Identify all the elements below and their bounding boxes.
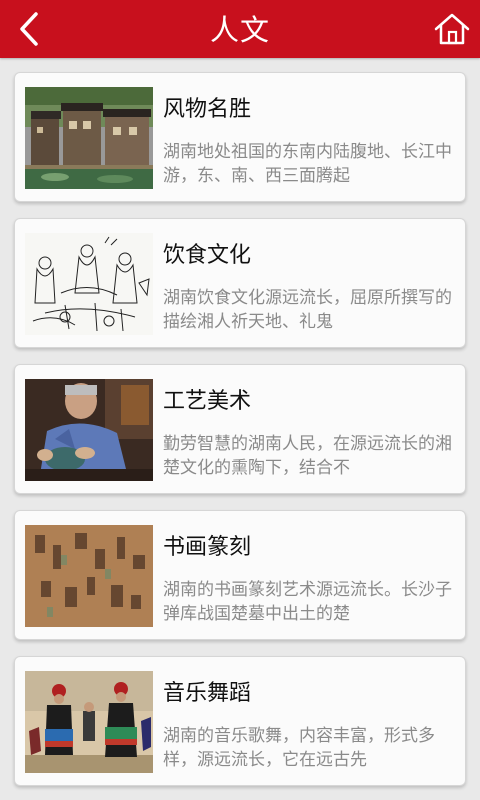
- music-dance-thumbnail: [25, 671, 153, 773]
- item-description: 勤劳智慧的湖南人民，在源远流长的湘楚文化的熏陶下，结合不: [163, 434, 452, 478]
- item-description: 湖南饮食文化源远流长，屈原所撰写的描绘湘人祈天地、礼鬼: [163, 288, 452, 332]
- list-item-scenery[interactable]: 风物名胜 湖南地处祖国的东南内陆腹地、长江中游，东、南、西三面腾起: [14, 72, 466, 202]
- item-title: 音乐舞蹈: [163, 681, 252, 706]
- crafts-thumbnail: [25, 379, 153, 481]
- home-button[interactable]: [432, 8, 472, 50]
- item-title: 工艺美术: [163, 389, 252, 414]
- item-description: 湖南地处祖国的东南内陆腹地、长江中游，东、南、西三面腾起: [163, 142, 452, 186]
- scenery-thumbnail: [25, 87, 153, 189]
- item-title: 书画篆刻: [163, 535, 252, 560]
- app-header: 人文: [0, 0, 480, 58]
- item-description: 湖南的书画篆刻艺术源远流长。长沙子弹库战国楚墓中出土的楚: [163, 580, 452, 624]
- page-title: 人文: [209, 13, 270, 47]
- list-item-calligraphy-painting[interactable]: 书画篆刻 湖南的书画篆刻艺术源远流长。长沙子弹库战国楚墓中出土的楚: [14, 510, 466, 640]
- food-culture-thumbnail: [25, 233, 153, 335]
- calligraphy-painting-thumbnail: [25, 525, 153, 627]
- list-item-crafts[interactable]: 工艺美术 勤劳智慧的湖南人民，在源远流长的湘楚文化的熏陶下，结合不: [14, 364, 466, 494]
- list-item-music-dance[interactable]: 音乐舞蹈 湖南的音乐歌舞，内容丰富，形式多样，源远流长，它在远古先: [14, 656, 466, 786]
- list-item-food-culture[interactable]: 饮食文化 湖南饮食文化源远流长，屈原所撰写的描绘湘人祈天地、礼鬼: [14, 218, 466, 348]
- item-title: 饮食文化: [163, 243, 252, 268]
- item-title: 风物名胜: [163, 97, 252, 122]
- item-description: 湖南的音乐歌舞，内容丰富，形式多样，源远流长，它在远古先: [163, 726, 435, 770]
- home-icon: [434, 13, 470, 45]
